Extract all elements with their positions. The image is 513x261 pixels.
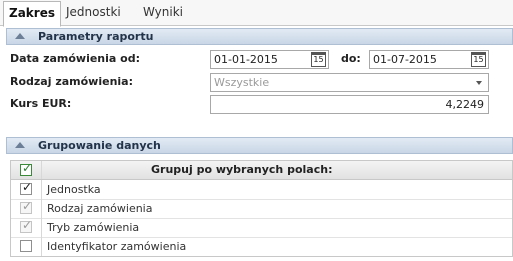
order-type-label: Rodzaj zamówienia: bbox=[10, 75, 133, 88]
grid-column-header: Grupuj po wybranych polach: bbox=[151, 163, 333, 176]
grid-header: ✓ Grupuj po wybranych polach: bbox=[11, 161, 512, 180]
collapse-triangle-icon[interactable] bbox=[15, 142, 25, 148]
rate-field[interactable]: 4,2249 bbox=[210, 95, 489, 114]
check-icon: ✓ bbox=[22, 199, 33, 213]
rate-label: Kurs EUR: bbox=[10, 97, 72, 110]
select-all-checkbox[interactable]: ✓ bbox=[20, 161, 33, 176]
rate-value: 4,2249 bbox=[445, 98, 485, 111]
tab-jednostki[interactable]: Jednostki bbox=[66, 1, 121, 24]
tab-wyniki[interactable]: Wyniki bbox=[143, 1, 183, 24]
date-from-value: 01-01-2015 bbox=[214, 53, 278, 66]
row-label: Tryb zamówienia bbox=[47, 221, 140, 234]
table-row: ✓ Tryb zamówienia bbox=[11, 218, 512, 238]
date-to-value: 01-07-2015 bbox=[373, 53, 437, 66]
report-params-title: Parametry raportu bbox=[38, 30, 154, 43]
calendar-icon[interactable]: 15 bbox=[311, 52, 326, 67]
grouping-header[interactable]: Grupowanie danych bbox=[6, 137, 513, 154]
row-checkbox-cell: ✓ bbox=[11, 218, 42, 237]
row-label: Identyfikator zamówienia bbox=[47, 240, 187, 253]
check-icon: ✓ bbox=[22, 218, 33, 232]
collapse-triangle-icon[interactable] bbox=[15, 33, 25, 39]
tab-zakres[interactable]: Zakres bbox=[3, 1, 61, 27]
row-label: Rodzaj zamówienia bbox=[47, 202, 153, 215]
header-checkbox-cell: ✓ bbox=[11, 161, 42, 179]
check-icon: ✓ bbox=[22, 180, 33, 194]
row-checkbox-cell: ✓ bbox=[11, 199, 42, 218]
order-type-select[interactable]: Wszystkie bbox=[210, 73, 489, 92]
table-row[interactable]: ✓ Jednostka bbox=[11, 180, 512, 200]
date-from-field[interactable]: 01-01-2015 15 bbox=[210, 50, 329, 69]
date-from-label: Data zamówienia od: bbox=[10, 52, 140, 65]
date-to-label: do: bbox=[341, 52, 361, 65]
row-label: Jednostka bbox=[47, 183, 101, 196]
grouping-title: Grupowanie danych bbox=[38, 139, 161, 152]
report-params-header[interactable]: Parametry raportu bbox=[6, 28, 513, 45]
tab-bar: Zakres Jednostki Wyniki bbox=[0, 0, 513, 27]
row-checkbox: ✓ bbox=[20, 199, 33, 214]
row-checkbox: ✓ bbox=[20, 218, 33, 233]
order-type-value: Wszystkie bbox=[214, 76, 270, 89]
chevron-down-icon[interactable] bbox=[476, 81, 482, 85]
calendar-icon[interactable]: 15 bbox=[471, 52, 486, 67]
row-checkbox-cell bbox=[11, 237, 42, 256]
check-icon: ✓ bbox=[22, 161, 33, 175]
row-checkbox[interactable] bbox=[20, 240, 32, 252]
date-to-field[interactable]: 01-07-2015 15 bbox=[369, 50, 489, 69]
row-checkbox[interactable]: ✓ bbox=[20, 180, 33, 195]
row-checkbox-cell: ✓ bbox=[11, 180, 42, 199]
grouping-grid: ✓ Grupuj po wybranych polach: ✓ Jednostk… bbox=[10, 160, 513, 257]
table-row: ✓ Rodzaj zamówienia bbox=[11, 199, 512, 219]
table-row[interactable]: Identyfikator zamówienia bbox=[11, 237, 512, 256]
